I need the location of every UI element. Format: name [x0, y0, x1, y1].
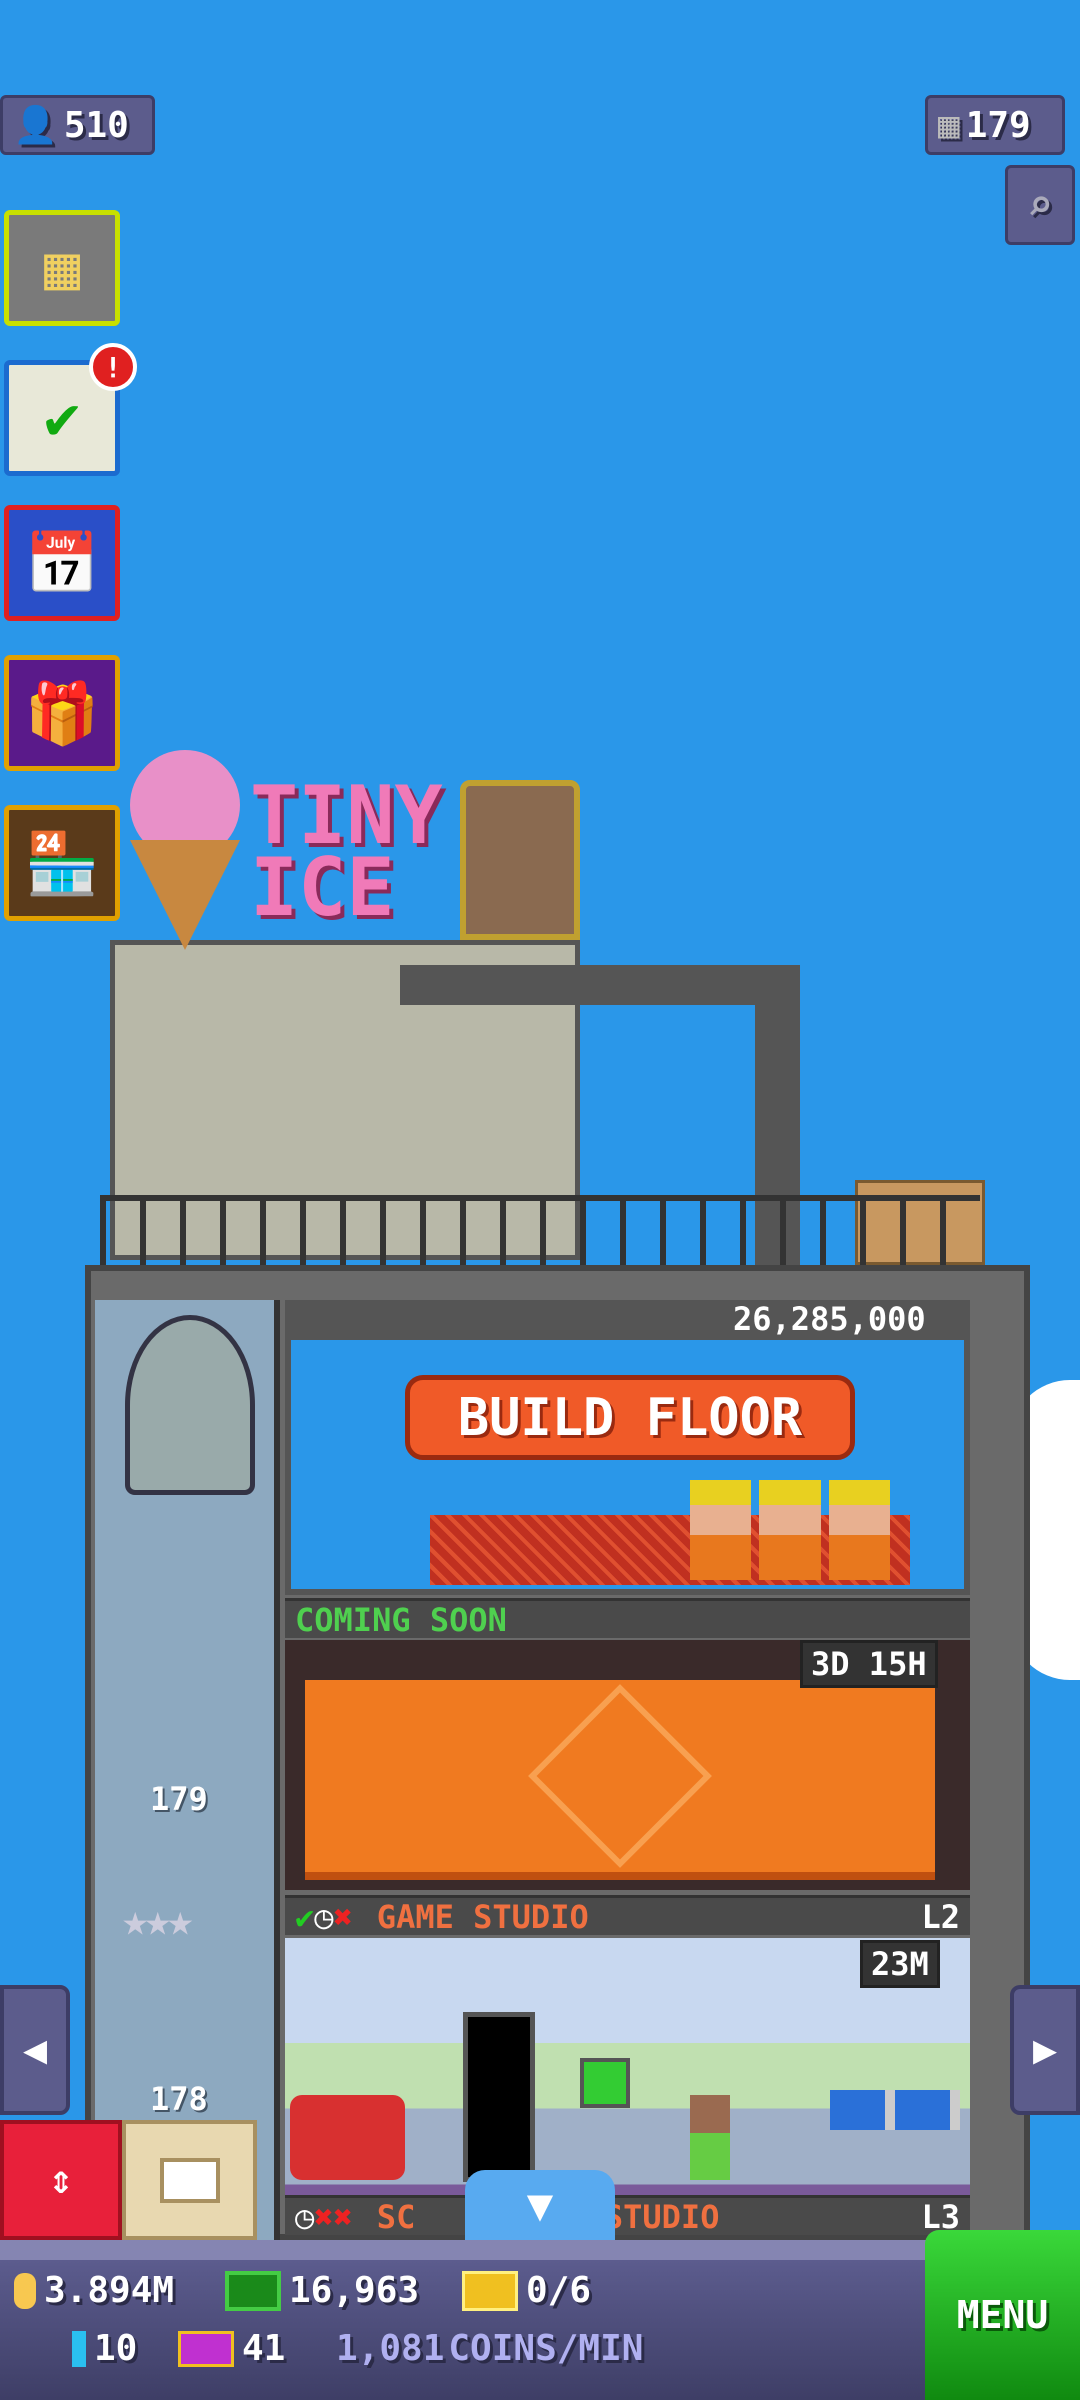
elevator-floor-178: 178 — [150, 2080, 208, 2118]
elevator-button[interactable]: ⇕ — [0, 2120, 122, 2240]
population-value: 510 — [63, 104, 129, 146]
rooftop-railing — [100, 1195, 980, 1265]
gift-icon: 🎁 — [24, 678, 100, 749]
build-price: 26,285,000 — [733, 1300, 926, 1338]
ice-cream-cone-icon — [130, 750, 240, 950]
chevron-down-icon: ▼ — [526, 2179, 554, 2231]
red-couch — [290, 2095, 405, 2180]
computers — [830, 2090, 960, 2130]
alert-badge: ! — [89, 343, 137, 391]
water-tank — [460, 780, 580, 940]
up-down-icon: ⇕ — [48, 2157, 74, 2203]
floor-name-start: SC — [376, 2197, 416, 2236]
doorway — [463, 2012, 535, 2182]
check-icon: ✔ — [295, 1897, 315, 1936]
floor-name: COMING SOON — [295, 1600, 507, 1639]
x-icon: ✖ — [333, 2197, 353, 2236]
elevator-floor-179: 179 — [150, 1780, 208, 1818]
worker — [690, 2095, 730, 2180]
floor-label-game-studio[interactable]: ✔ ◷ ✖ GAME STUDIO L2 — [285, 1895, 970, 1936]
box-icon — [159, 2157, 220, 2203]
star-icon: ★ — [144, 1895, 171, 1946]
population-counter: 👤 510 — [0, 95, 155, 155]
floor-count-value: 179 — [965, 104, 1031, 146]
building-icon: ▦ — [43, 233, 81, 303]
construction-workers — [690, 1480, 890, 1580]
coin-rate-stat: 1,081 COINS/MIN — [336, 2328, 643, 2369]
coin-rate-unit: COINS/MIN — [448, 2328, 644, 2369]
game-studio-timer: 23M — [860, 1940, 940, 1988]
clock-icon: ◷ — [314, 1897, 334, 1936]
gift-button[interactable]: 🎁 — [4, 655, 120, 771]
legendary-bux-value: 41 — [242, 2328, 286, 2369]
missions-button[interactable]: ✔ ! — [4, 343, 137, 476]
search-button[interactable]: ⌕ — [1005, 165, 1075, 245]
chevron-left-icon: ◀ — [22, 2027, 48, 2073]
build-floor-button[interactable]: BUILD FLOOR — [405, 1375, 855, 1460]
sign-line-2: ICE — [250, 841, 395, 934]
right-arrow-button[interactable]: ▶ — [1010, 1985, 1080, 2115]
shop-button[interactable]: 🏪 — [4, 805, 120, 921]
vip-value: 10 — [94, 2328, 138, 2369]
bux-stat: 16,963 — [225, 2270, 419, 2311]
coins-stat: 3.894M — [14, 2270, 174, 2311]
coin-rate-value: 1,081 — [336, 2328, 445, 2369]
magnifier-icon: ⌕ — [1026, 179, 1054, 231]
floor-label-coming-soon[interactable]: COMING SOON — [285, 1598, 970, 1639]
floor-name: GAME STUDIO — [376, 1897, 589, 1936]
x-icon: ✖ — [314, 2197, 334, 2236]
tower-button[interactable]: ▦ — [4, 210, 120, 326]
construction-sign-icon — [528, 1684, 712, 1868]
calendar-button[interactable]: 📅 — [4, 505, 120, 621]
bux-icon — [225, 2270, 281, 2311]
floor-counter: ▦ 179 — [925, 95, 1065, 155]
bux-value: 16,963 — [289, 2270, 420, 2311]
scroll-down-button[interactable]: ▼ — [465, 2170, 615, 2240]
market-stall-icon: 🏪 — [24, 828, 100, 899]
vip-card-icon — [72, 2330, 86, 2367]
building-icon: ▦ — [938, 104, 960, 146]
inventory-box-button[interactable] — [122, 2120, 257, 2240]
chevron-right-icon: ▶ — [1032, 2027, 1058, 2073]
coin-icon — [14, 2272, 36, 2309]
checklist-icon: ✔ — [43, 383, 81, 453]
golden-ticket-icon — [462, 2270, 518, 2311]
calendar-icon: 📅 — [24, 528, 100, 599]
elevator-stars: ★★★ — [122, 1895, 193, 1946]
menu-button[interactable]: MENU — [925, 2230, 1080, 2400]
tiny-ice-sign: TINY ICE — [250, 776, 443, 934]
status-bar — [0, 2240, 1080, 2400]
vip-stat: 10 — [72, 2328, 137, 2369]
floor-label-l3[interactable]: ◷ ✖ ✖ SC G STUDIO L3 — [285, 2195, 970, 2236]
clock-icon: ◷ — [295, 2197, 315, 2236]
star-icon: ★ — [167, 1895, 193, 1946]
golden-tickets-value: 0/6 — [526, 2270, 592, 2311]
legendary-bux-stat: 41 — [178, 2328, 285, 2369]
pipe — [400, 965, 800, 1005]
star-icon: ★ — [122, 1895, 148, 1946]
construction-timer: 3D 15H — [800, 1640, 938, 1688]
person-icon: 👤 — [13, 105, 58, 146]
floor-level: L2 — [921, 1897, 960, 1936]
coins-value: 3.894M — [44, 2270, 175, 2311]
left-arrow-button[interactable]: ◀ — [0, 1985, 70, 2115]
legendary-bux-icon — [178, 2330, 234, 2367]
arcade-machine — [580, 2058, 630, 2108]
construction-tarp — [305, 1680, 935, 1880]
x-icon: ✖ — [333, 1897, 353, 1936]
golden-tickets-stat: 0/6 — [462, 2270, 591, 2311]
elevator-motor — [125, 1315, 255, 1495]
